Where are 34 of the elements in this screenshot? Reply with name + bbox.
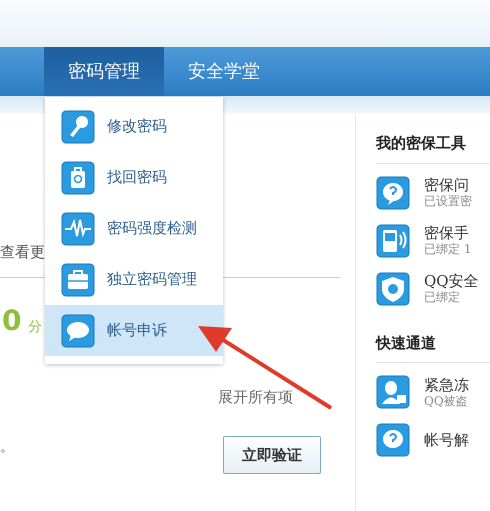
question-bubble-icon — [376, 423, 410, 457]
tool-title[interactable]: 密保手 — [424, 224, 472, 242]
tool-title[interactable]: 密保问 — [424, 176, 472, 194]
tool-title[interactable]: 帐号解 — [424, 431, 469, 449]
tool-status: 已绑定 — [424, 290, 461, 305]
bag-icon — [61, 160, 95, 194]
nav-tab[interactable]: 安全学堂 — [164, 47, 284, 96]
note-text: 。 — [0, 438, 14, 457]
waveform-icon — [61, 212, 95, 246]
menu-item[interactable]: 独立密码管理 — [45, 254, 223, 305]
briefcase-icon — [61, 262, 95, 296]
menu-item[interactable]: 修改密码 — [45, 101, 223, 152]
shield-icon — [376, 272, 410, 306]
tool-status: 已绑定 1 — [424, 242, 472, 257]
menu-item[interactable]: 密码强度检测 — [45, 203, 223, 254]
expand-all-link[interactable]: 展开所有项 — [218, 386, 293, 408]
nav-tab[interactable]: 密码管理 — [44, 47, 164, 96]
menu-item[interactable]: 找回密码 — [45, 152, 223, 203]
score-value: 0 — [2, 307, 22, 335]
tool-title[interactable]: QQ安全 — [424, 272, 479, 290]
question-bubble-icon — [376, 176, 410, 210]
tool-status: QQ被盗 — [424, 394, 469, 408]
chat-bubble-icon — [61, 314, 95, 348]
section-title: 我的密保工具 — [376, 132, 490, 164]
person-lock-icon — [376, 375, 410, 409]
key-icon — [61, 110, 95, 144]
verify-button[interactable]: 立即验证 — [223, 436, 321, 474]
more-link[interactable]: 查看更 — [0, 241, 45, 264]
mobile-phone-icon — [376, 224, 410, 258]
tool-title[interactable]: 紧急冻 — [424, 376, 469, 394]
section-title: 快速通道 — [376, 332, 490, 363]
score-unit: 分 — [28, 318, 42, 337]
menu-item[interactable]: 帐号申诉 — [45, 305, 223, 356]
tool-status: 已设置密 — [424, 194, 472, 209]
